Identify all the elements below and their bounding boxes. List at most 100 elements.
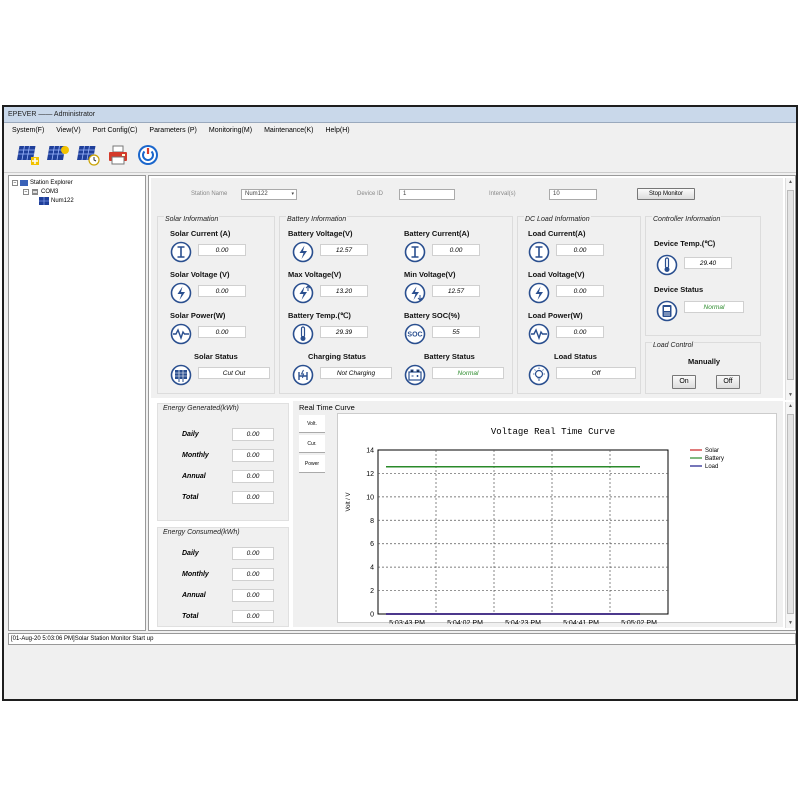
x-tick-label: 5:04:02 PM (447, 620, 483, 624)
gen-daily-label: Daily (182, 431, 199, 438)
collapse-icon[interactable]: − (12, 179, 18, 186)
schedule-station-button[interactable] (76, 143, 100, 167)
battery-status-label: Battery Status (424, 352, 475, 361)
energy-consumed-title: Energy Consumed(kWh) (163, 529, 240, 536)
serial-port-icon (32, 188, 38, 195)
controller-device-icon (656, 300, 678, 322)
x-tick-label: 5:04:41 PM (563, 620, 599, 624)
print-button[interactable] (106, 143, 130, 167)
load-off-button[interactable]: Off (716, 375, 740, 389)
max-voltage-icon (292, 282, 314, 304)
station-name-label: Station Name (191, 191, 228, 197)
thermometer-icon (292, 323, 314, 345)
controller-info-title: Controller Information (652, 216, 722, 223)
battery-voltage-label: Battery Voltage(V) (288, 229, 353, 238)
load-info-title: DC Load Information (524, 216, 591, 223)
legend-label-solar: Solar (705, 448, 719, 454)
min-voltage-label: Min Voltage(V) (404, 270, 456, 279)
load-on-button[interactable]: On (672, 375, 696, 389)
menu-port-config[interactable]: Port Config(C) (93, 127, 138, 134)
charging-status-label: Charging Status (308, 352, 366, 361)
tree-station[interactable]: Num122 (9, 196, 145, 205)
add-station-button[interactable] (16, 143, 40, 167)
menu-parameters[interactable]: Parameters (P) (149, 127, 196, 134)
printer-icon (109, 145, 127, 164)
voltage-icon (170, 282, 192, 304)
y-tick-label: 14 (366, 448, 374, 455)
station-name-value: Num122 (245, 190, 268, 197)
gen-monthly-label: Monthly (182, 452, 209, 459)
real-time-curve-title: Real Time Curve (299, 403, 355, 412)
menu-help[interactable]: Help(H) (325, 127, 349, 134)
menu-view[interactable]: View(V) (56, 127, 80, 134)
battery-status-value: Normal (432, 367, 504, 379)
gen-total-value: 0.00 (232, 491, 274, 504)
battery-soc-value: 55 (432, 326, 480, 338)
battery-temp-value: 29.39 (320, 326, 368, 338)
solar-status-value: Cut Out (198, 367, 270, 379)
exit-button[interactable] (136, 143, 160, 167)
window-title: EPEVER —— Administrator (8, 111, 96, 118)
device-id-input[interactable]: 1 (399, 188, 455, 200)
menu-monitoring[interactable]: Monitoring(M) (209, 127, 252, 134)
con-daily-value: 0.00 (232, 547, 274, 560)
solar-power-value: 0.00 (198, 326, 246, 338)
max-voltage-label: Max Voltage(V) (288, 270, 342, 279)
charging-icon (292, 364, 314, 386)
tree-port[interactable]: − COM3 (9, 187, 145, 196)
current-icon (404, 241, 426, 263)
solar-current-label: Solar Current (A) (170, 229, 231, 238)
interval-input[interactable]: 10 (549, 188, 597, 200)
con-monthly-label: Monthly (182, 571, 209, 578)
scroll-up-arrow[interactable]: ▲ (786, 402, 795, 411)
power-wave-icon (170, 323, 192, 345)
x-tick-label: 5:03:43 PM (389, 620, 425, 624)
top-scrollbar[interactable]: ▲ ▼ (785, 178, 794, 400)
bottom-scrollbar[interactable]: ▲ ▼ (785, 402, 794, 628)
chevron-down-icon: ▾ (291, 190, 294, 197)
y-tick-label: 2 (370, 588, 374, 595)
device-status-label: Device Status (654, 285, 704, 294)
load-power-label: Load Power(W) (528, 311, 583, 320)
current-icon (528, 241, 550, 263)
x-tick-label: 5:04:23 PM (505, 620, 541, 624)
battery-current-value: 0.00 (432, 244, 480, 256)
tree-root[interactable]: − Station Explorer (9, 178, 145, 187)
tab-power[interactable]: Power (299, 455, 325, 473)
edit-station-button[interactable] (46, 143, 70, 167)
device-temp-value: 29.40 (684, 257, 732, 269)
light-bulb-icon (528, 364, 550, 386)
scroll-down-arrow[interactable]: ▼ (786, 619, 795, 628)
device-icon (39, 196, 49, 205)
tree-station-label: Num122 (51, 197, 74, 204)
scroll-up-arrow[interactable]: ▲ (786, 178, 795, 187)
power-icon (138, 144, 158, 165)
collapse-icon[interactable]: − (23, 188, 29, 195)
solar-panel-icon (170, 364, 192, 386)
load-power-value: 0.00 (556, 326, 604, 338)
load-control-group: Load Control Manually On Off (645, 342, 761, 394)
solar-panel-add-icon (17, 145, 39, 165)
voltage-chart: Voltage Real Time Curve Volt / V 0 2 4 6 8 10 12… (337, 413, 777, 627)
station-name-select[interactable]: Num122 ▾ (241, 188, 297, 200)
stop-monitor-button[interactable]: Stop Monitor (637, 188, 695, 200)
charging-status-value: Not Charging (320, 367, 392, 379)
con-annual-value: 0.00 (232, 589, 274, 602)
scroll-down-arrow[interactable]: ▼ (786, 391, 795, 400)
scroll-thumb[interactable] (787, 414, 794, 614)
menu-system[interactable]: System(F) (12, 127, 44, 134)
load-status-value: Off (556, 367, 636, 379)
con-total-value: 0.00 (232, 610, 274, 623)
y-axis-label: Volt / V (346, 492, 352, 511)
scroll-thumb[interactable] (787, 190, 794, 380)
con-daily-label: Daily (182, 550, 199, 557)
tab-volt[interactable]: Volt. (299, 415, 325, 433)
solar-power-label: Solar Power(W) (170, 311, 226, 320)
solar-info-group: Solar Information Solar Current (A) 0.00… (157, 216, 275, 394)
device-id-label: Device ID (357, 191, 384, 197)
menu-maintenance[interactable]: Maintenance(K) (264, 127, 313, 134)
max-voltage-value: 13.20 (320, 285, 368, 297)
tab-current[interactable]: Cur. (299, 435, 325, 453)
controller-info-group: Controller Information Device Temp.(℃) 2… (645, 216, 761, 336)
station-controls: Station Name Num122 ▾ Device ID 1 Interv… (191, 188, 695, 200)
